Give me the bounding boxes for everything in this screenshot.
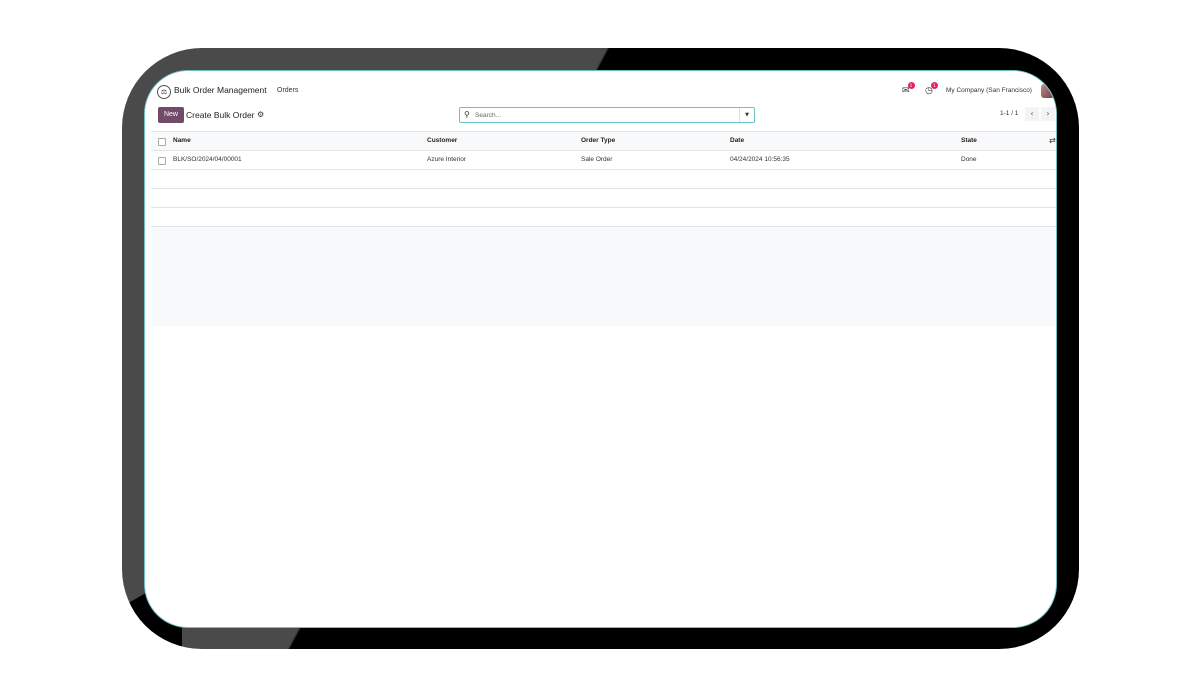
bulk-order-app-icon[interactable]: ⚖ [157,85,171,99]
sliders-icon[interactable]: ⇄ [1049,136,1056,145]
empty-row [151,189,1056,208]
chevron-right-icon[interactable]: › [1041,107,1055,121]
messages-count-badge: 1 [907,82,915,89]
select-all-checkbox[interactable] [158,138,166,146]
cell-date: 04/24/2024 10:56:35 [730,156,790,163]
caret-down-icon[interactable]: ▼ [739,108,754,122]
empty-row [151,208,1056,227]
search-input[interactable] [475,110,735,120]
empty-row [151,170,1056,189]
column-header-name[interactable]: Name [173,137,191,144]
list-view: Name Customer Order Type Date State ⇄ BL… [151,131,1056,326]
search-icon: ⚲ [464,110,470,119]
chevron-left-icon[interactable]: ‹ [1025,107,1039,121]
column-header-state[interactable]: State [961,137,977,144]
cell-state: Done [961,156,977,163]
column-header-order-type[interactable]: Order Type [581,137,615,144]
new-button[interactable]: New [158,107,184,123]
chat-icon[interactable]: ✉ 1 [902,82,915,96]
row-checkbox[interactable] [158,157,166,165]
activity-count-badge: 1 [930,82,938,89]
column-header-date[interactable]: Date [730,137,744,144]
column-header-customer[interactable]: Customer [427,137,457,144]
menu-item-orders[interactable]: Orders [277,87,298,94]
table-row[interactable]: BLK/SO/2024/04/00001 Azure Interior Sale… [151,151,1056,170]
table-header: Name Customer Order Type Date State ⇄ [151,131,1056,151]
stage: ⚖ Bulk Order Management Orders ✉ 1 ◷ 1 My … [0,0,1200,697]
cell-order-type: Sale Order [581,156,613,163]
app-name[interactable]: Bulk Order Management [174,85,267,95]
company-switcher[interactable]: My Company (San Francisco) [946,87,1032,94]
page-title: Create Bulk Order [186,110,255,120]
cell-name: BLK/SO/2024/04/00001 [173,156,242,163]
app-screen: ⚖ Bulk Order Management Orders ✉ 1 ◷ 1 My … [144,70,1057,628]
search-bar[interactable]: ⚲ ▼ [459,107,755,123]
gear-icon[interactable]: ⚙ [257,110,264,119]
cell-customer: Azure Interior [427,156,467,163]
clock-icon[interactable]: ◷ 1 [925,82,938,96]
pager-value[interactable]: 1-1 / 1 [1000,110,1018,117]
user-avatar[interactable] [1041,84,1055,98]
